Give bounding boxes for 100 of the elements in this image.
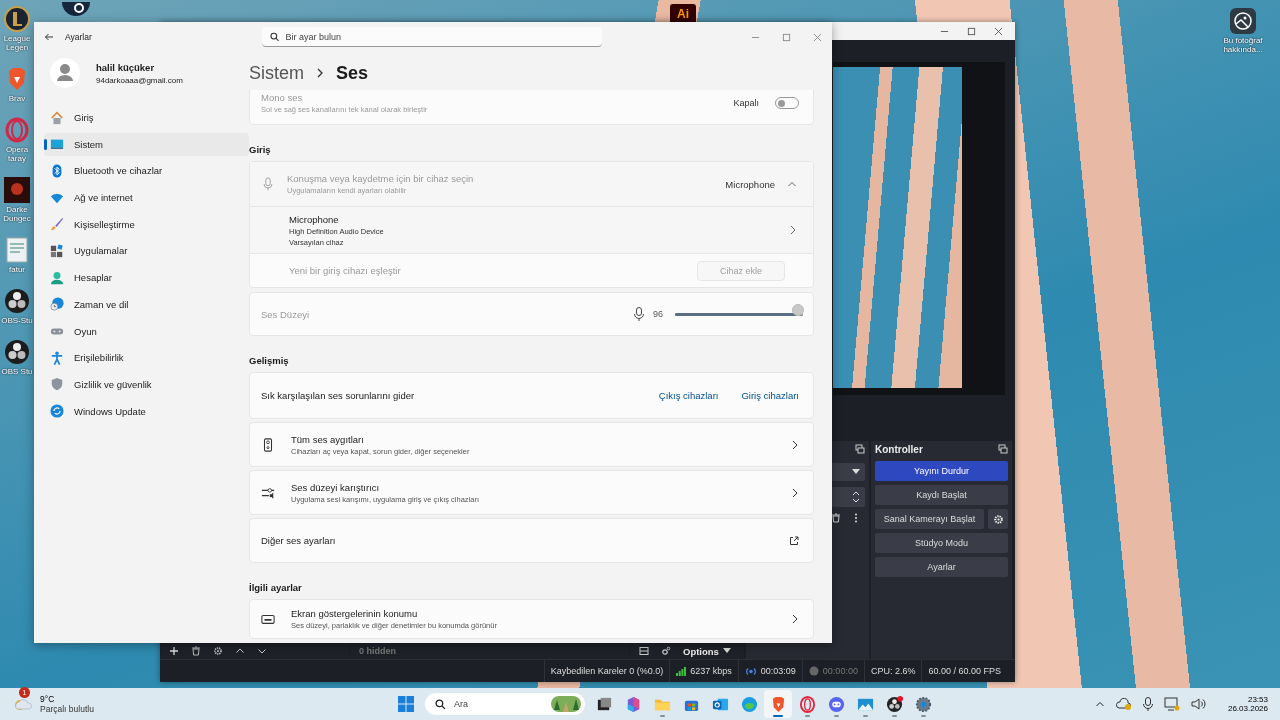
nav-item[interactable]: Bluetooth ve cihazlar bbox=[44, 159, 249, 183]
app-title: Ayarlar bbox=[65, 32, 92, 42]
volume-value: 96 bbox=[653, 309, 663, 319]
chevron-right-icon bbox=[791, 614, 799, 624]
search-input[interactable]: Bir ayar bulun bbox=[285, 31, 594, 42]
obs-logo-icon bbox=[4, 288, 30, 314]
game-artwork-icon bbox=[4, 177, 30, 203]
selected-device: Microphone bbox=[725, 178, 775, 190]
settings-row[interactable]: Diğer ses ayarları bbox=[249, 518, 814, 563]
setting-title: Ekran göstergelerinin konumu bbox=[291, 608, 419, 619]
display-position-icon bbox=[261, 612, 275, 626]
microphone-icon[interactable] bbox=[1142, 697, 1153, 711]
control-button[interactable]: Sanal Kamerayı Başlat bbox=[875, 509, 984, 529]
control-button[interactable]: Ayarlar bbox=[875, 557, 1008, 577]
task-view-icon bbox=[595, 695, 613, 713]
monitor-icon bbox=[50, 137, 64, 152]
control-button[interactable]: Kaydı Başlat bbox=[875, 485, 1008, 505]
maximize-icon[interactable] bbox=[967, 26, 976, 36]
shield-logo-icon bbox=[4, 6, 30, 32]
illustrator-logo[interactable]: Ai bbox=[670, 4, 696, 24]
setting-title: Mono ses bbox=[261, 92, 304, 103]
nav-item[interactable]: Kişiselleştirme bbox=[44, 212, 249, 236]
nav-item[interactable]: Giriş bbox=[44, 106, 249, 129]
sync-arrows-icon bbox=[50, 404, 64, 419]
trash-icon[interactable] bbox=[191, 646, 201, 656]
cloud-warning-icon[interactable] bbox=[1115, 697, 1132, 711]
setting-title: Konuşma veya kaydetme için bir cihaz seçin bbox=[287, 173, 475, 184]
caret-icon bbox=[722, 648, 731, 654]
back-arrow-icon[interactable] bbox=[44, 32, 54, 42]
taskbar-search-field[interactable]: Ara bbox=[425, 693, 585, 715]
control-button[interactable]: Yayını Durdur bbox=[875, 461, 1008, 481]
pair-device-label: Yeni bir giriş cihazı eşleştir bbox=[289, 265, 401, 276]
page-title: Ses bbox=[336, 62, 369, 84]
settings-icon bbox=[992, 513, 1004, 525]
chevron-right-icon bbox=[791, 487, 799, 498]
breadcrumb-link[interactable]: Sistem bbox=[249, 62, 304, 84]
clock-date[interactable]: 26.03.2026 bbox=[1227, 704, 1268, 713]
chevron-down-icon[interactable] bbox=[257, 646, 267, 656]
setting-title: Diğer ses ayarları bbox=[261, 535, 337, 546]
nav-item[interactable]: Hesaplar bbox=[44, 266, 249, 290]
bluetooth-icon bbox=[50, 163, 64, 178]
close-icon[interactable] bbox=[813, 32, 822, 42]
nav-item[interactable]: Gizlilik ve güvenlik bbox=[44, 372, 249, 396]
obs-logo-icon bbox=[4, 339, 30, 365]
caret-icon bbox=[852, 469, 860, 475]
chevron-right-icon bbox=[791, 439, 799, 450]
windows-logo-icon bbox=[398, 696, 414, 712]
user-name: halil küçüker bbox=[96, 61, 156, 73]
close-icon[interactable] bbox=[994, 26, 1003, 36]
nav-item[interactable]: Sistem bbox=[44, 132, 249, 156]
network-icon[interactable] bbox=[1163, 697, 1180, 711]
photo-info-icon[interactable] bbox=[1230, 8, 1256, 34]
chevron-right-icon bbox=[789, 225, 797, 235]
undock-icon[interactable] bbox=[998, 444, 1008, 454]
nav-item[interactable]: Windows Update bbox=[44, 399, 249, 423]
control-button[interactable]: Stüdyo Modu bbox=[875, 533, 1008, 553]
dock-title: Kontroller bbox=[875, 443, 923, 455]
person-icon bbox=[50, 270, 64, 285]
settings-icon bbox=[914, 695, 932, 713]
chevron-right-icon bbox=[316, 68, 324, 78]
duration-spinner[interactable] bbox=[831, 487, 865, 507]
status-text: 60.00 / 60.00 FPS bbox=[928, 666, 1001, 676]
nav-item[interactable]: Uygulamalar bbox=[44, 239, 249, 263]
edge-logo-icon bbox=[740, 695, 758, 713]
brush-icon bbox=[50, 217, 64, 232]
accessibility-icon bbox=[50, 350, 64, 365]
device-name: Microphone bbox=[289, 213, 340, 225]
section-heading: Gelişmiş bbox=[249, 355, 290, 366]
virtual-camera-settings-button[interactable] bbox=[988, 509, 1008, 529]
search-field[interactable]: Bir ayar bulun bbox=[262, 27, 602, 47]
transition-dropdown[interactable] bbox=[831, 463, 865, 481]
gears-icon[interactable] bbox=[661, 646, 671, 656]
nav-item[interactable]: Erişilebilirlik bbox=[44, 346, 249, 370]
shield-icon bbox=[50, 377, 64, 392]
section-heading: İlgili ayarlar bbox=[249, 582, 303, 593]
maximize-icon[interactable] bbox=[782, 32, 791, 42]
volume-label: Ses Düzeyi bbox=[261, 308, 311, 320]
chat-logo-icon bbox=[827, 695, 845, 713]
signal-bars-icon bbox=[676, 666, 687, 676]
troubleshoot-link[interactable]: Çıkış cihazları bbox=[658, 390, 719, 401]
trash-icon[interactable] bbox=[831, 513, 841, 523]
nav-item[interactable]: Zaman ve dil bbox=[44, 292, 249, 316]
ring-logo-icon bbox=[798, 695, 816, 713]
add-icon[interactable] bbox=[169, 646, 179, 656]
weather-condition: Parçalı bulutlu bbox=[40, 704, 94, 714]
nav-item[interactable]: Oyun bbox=[44, 319, 249, 343]
clock-time[interactable]: 23:53 bbox=[1247, 695, 1268, 704]
ring-logo-icon bbox=[4, 117, 30, 143]
undock-icon[interactable] bbox=[855, 444, 865, 454]
taskbar-search-input[interactable]: Ara bbox=[454, 699, 543, 709]
broadcast-icon bbox=[744, 666, 757, 676]
troubleshoot-link[interactable]: Giriş cihazları bbox=[741, 390, 799, 401]
obs-logo-icon bbox=[885, 695, 903, 713]
layout-icon[interactable] bbox=[639, 646, 649, 656]
settings-icon[interactable] bbox=[213, 646, 223, 656]
search-icon bbox=[270, 31, 280, 42]
nav-item[interactable]: Ağ ve internet bbox=[44, 186, 249, 210]
speaker-icon[interactable] bbox=[1190, 697, 1207, 711]
status-text: 00:00:00 bbox=[822, 666, 858, 676]
apps-grid-icon bbox=[50, 243, 64, 258]
